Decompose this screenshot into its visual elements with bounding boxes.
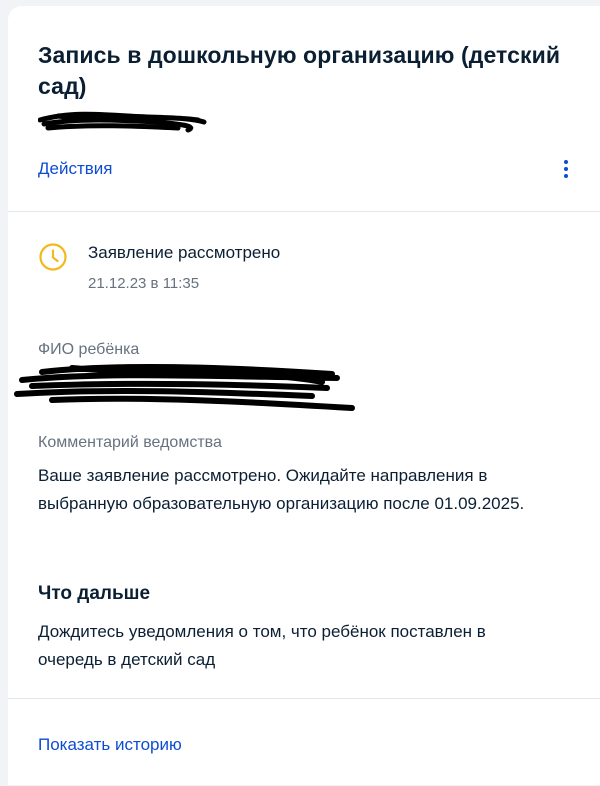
card-header: Запись в дошкольную организацию (детский… xyxy=(8,6,600,212)
comment-text: Ваше заявление рассмотрено. Ожидайте нап… xyxy=(38,466,525,513)
redacted-scribble-child xyxy=(14,363,355,411)
show-history-link[interactable]: Показать историю xyxy=(38,735,182,755)
application-card: Запись в дошкольную организацию (детский… xyxy=(8,6,600,785)
card-footer: Показать историю xyxy=(8,698,600,786)
status-date: 21.12.23 в 11:35 xyxy=(88,275,200,292)
comment-label: Комментарий ведомства xyxy=(38,434,222,451)
actions-link[interactable]: Действия xyxy=(38,159,112,179)
status-block: Заявление рассмотрено 21.12.23 в 11:35 xyxy=(38,242,280,294)
next-steps-title: Что дальше xyxy=(38,583,151,604)
more-vertical-icon[interactable] xyxy=(556,156,576,182)
next-steps-text: Дождитесь уведомления о том, что ребёнок… xyxy=(38,622,486,669)
redacted-scribble xyxy=(38,111,207,133)
actions-row: Действия xyxy=(38,156,570,182)
status-title: Заявление рассмотрено xyxy=(88,243,281,262)
status-text: Заявление рассмотрено 21.12.23 в 11:35 xyxy=(88,242,280,294)
clock-icon xyxy=(39,243,67,271)
child-name-label: ФИО ребёнка xyxy=(38,341,140,358)
page-title: Запись в дошкольную организацию (детский… xyxy=(38,42,561,99)
